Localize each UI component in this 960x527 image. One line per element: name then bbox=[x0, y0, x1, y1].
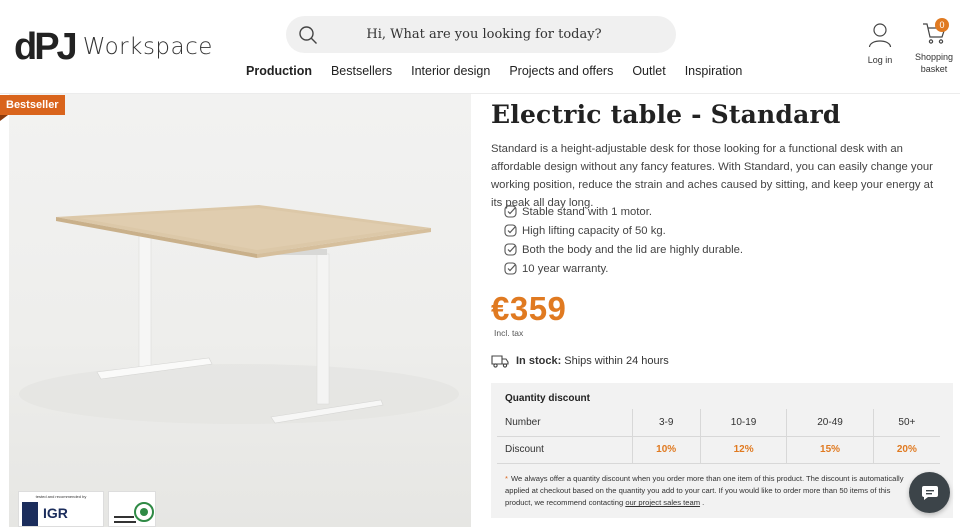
igr-certificate: tested and recommended by IGR bbox=[18, 491, 104, 527]
check-icon bbox=[504, 243, 517, 256]
brand-mark: dPJ bbox=[14, 26, 78, 68]
check-icon bbox=[504, 262, 517, 275]
image-edge bbox=[0, 94, 9, 527]
truck-icon bbox=[491, 355, 509, 368]
stock-text: Ships within 24 hours bbox=[564, 355, 669, 367]
discount-label: Discount bbox=[497, 436, 632, 464]
brand-name: Workspace bbox=[82, 34, 213, 60]
shopping-basket-button[interactable]: 0 Shopping basket bbox=[912, 18, 956, 75]
badge-fold bbox=[0, 115, 8, 121]
nav-item-production[interactable]: Production bbox=[246, 64, 312, 78]
search-bar[interactable]: Hi, What are you looking for today? bbox=[286, 16, 676, 53]
search-icon[interactable] bbox=[298, 25, 318, 45]
check-icon bbox=[504, 205, 517, 218]
nav-item-interior-design[interactable]: Interior design bbox=[411, 64, 490, 78]
stock-status: In stock: Ships within 24 hours bbox=[491, 353, 669, 369]
nav-item-bestsellers[interactable]: Bestsellers bbox=[331, 64, 392, 78]
basket-count-badge: 0 bbox=[935, 18, 949, 32]
product-title: Electric table - Standard bbox=[491, 100, 841, 129]
site-header: dPJ Workspace Hi, What are you looking f… bbox=[0, 0, 960, 94]
number-label: Number bbox=[497, 409, 632, 437]
product-price: €359 bbox=[491, 290, 567, 327]
bestseller-badge: Bestseller bbox=[0, 95, 65, 115]
brand-logo[interactable]: dPJ Workspace bbox=[14, 28, 213, 66]
chat-icon bbox=[921, 485, 938, 500]
table-row: Number 3-9 10-19 20-49 50+ bbox=[497, 409, 940, 437]
desk-illustration bbox=[19, 205, 459, 424]
discount-cell: 15% bbox=[786, 436, 874, 464]
quantity-discount-table: Number 3-9 10-19 20-49 50+ Discount 10% … bbox=[497, 409, 940, 464]
feature-item: Stable stand with 1 motor. bbox=[504, 202, 743, 221]
nav-item-inspiration[interactable]: Inspiration bbox=[685, 64, 743, 78]
feature-item: High lifting capacity of 50 kg. bbox=[504, 221, 743, 240]
discount-cell: 12% bbox=[699, 436, 787, 464]
chat-button[interactable] bbox=[909, 472, 950, 513]
login-button[interactable]: Log in bbox=[862, 22, 898, 65]
nav-item-projects-offers[interactable]: Projects and offers bbox=[509, 64, 613, 78]
greentag-certificate bbox=[108, 491, 156, 527]
range-cell: 3-9 bbox=[631, 409, 701, 437]
main-nav: Production Bestsellers Interior design P… bbox=[246, 64, 761, 78]
range-cell: 20-49 bbox=[786, 409, 874, 437]
range-cell: 50+ bbox=[872, 409, 940, 437]
check-icon bbox=[504, 224, 517, 237]
project-sales-link[interactable]: our project sales team bbox=[625, 498, 700, 507]
quantity-discount-title: Quantity discount bbox=[505, 393, 590, 404]
quantity-discount-note: * We always offer a quantity discount whe… bbox=[505, 474, 904, 508]
login-label: Log in bbox=[867, 55, 893, 65]
stock-label: In stock: bbox=[516, 355, 562, 367]
discount-cell: 10% bbox=[631, 436, 701, 464]
nav-item-outlet[interactable]: Outlet bbox=[632, 64, 665, 78]
discount-cell: 20% bbox=[872, 436, 940, 464]
search-input[interactable]: Hi, What are you looking for today? bbox=[286, 27, 676, 42]
basket-label: Shopping basket bbox=[914, 52, 954, 74]
table-row: Discount 10% 12% 15% 20% bbox=[497, 436, 940, 464]
range-cell: 10-19 bbox=[699, 409, 787, 437]
feature-item: 10 year warranty. bbox=[504, 259, 743, 278]
tax-note: Incl. tax bbox=[494, 328, 524, 338]
feature-list: Stable stand with 1 motor. High lifting … bbox=[504, 202, 743, 278]
feature-item: Both the body and the lid are highly dur… bbox=[504, 240, 743, 259]
quantity-discount-panel: Quantity discount Number 3-9 10-19 20-49… bbox=[491, 383, 953, 518]
user-icon bbox=[868, 23, 892, 48]
